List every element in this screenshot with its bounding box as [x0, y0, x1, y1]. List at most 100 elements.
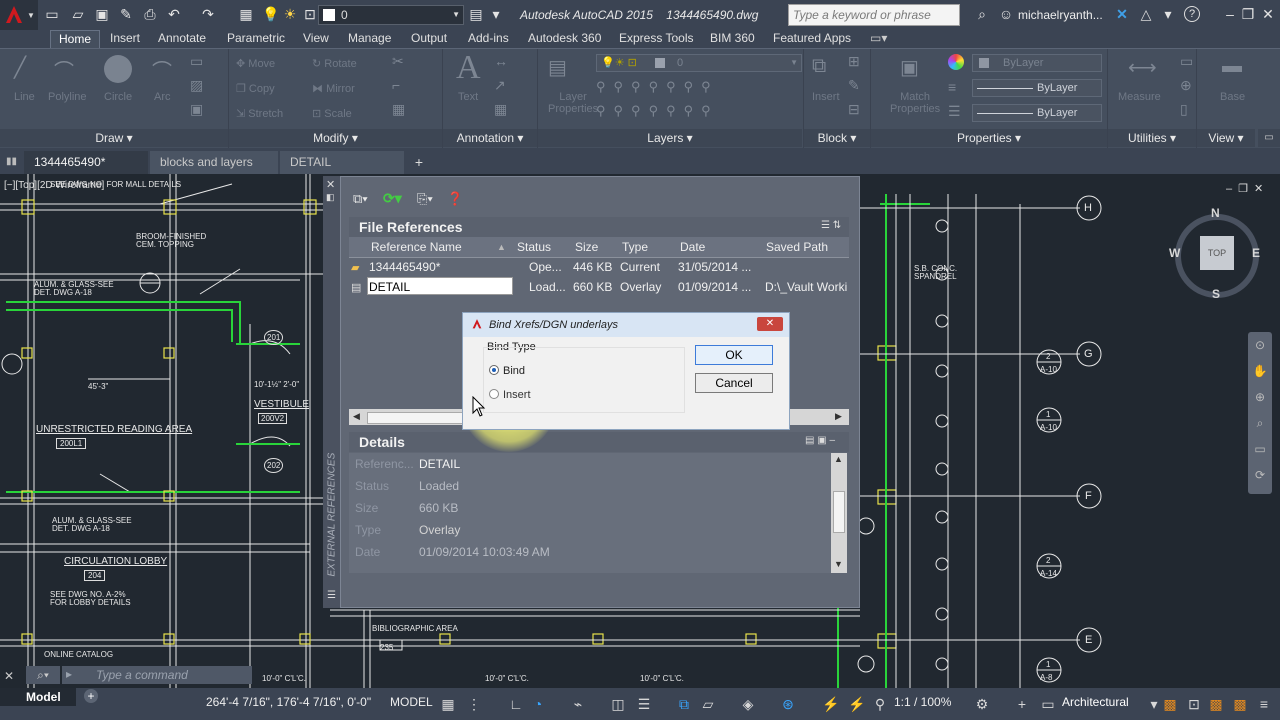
isodraft-icon[interactable]: ⌁: [570, 697, 586, 711]
table-row[interactable]: ▤ DETAIL Load... 660 KB Overlay 01/09/20…: [349, 277, 849, 297]
user-name[interactable]: michaelryanth...: [1018, 8, 1103, 22]
ribbon-minimize-icon[interactable]: ▭▾: [862, 30, 895, 48]
ortho-icon[interactable]: ∟: [508, 697, 524, 711]
circle-button[interactable]: Circle: [104, 91, 132, 103]
tab-featured-apps[interactable]: Featured Apps: [765, 30, 859, 48]
layer-lock-icon[interactable]: ⊡: [302, 6, 318, 22]
doc-tab-detail[interactable]: DETAIL: [280, 151, 404, 174]
tab-add-ins[interactable]: Add-ins: [460, 30, 517, 48]
cancel-button[interactable]: Cancel: [695, 373, 773, 393]
lineweight-icon[interactable]: ≡: [948, 79, 956, 95]
layer-on-icon[interactable]: 💡: [262, 6, 279, 22]
base-button[interactable]: Base: [1220, 91, 1245, 103]
col-size[interactable]: Size: [575, 237, 598, 257]
detail-value[interactable]: DETAIL: [419, 457, 460, 471]
tab-express-tools[interactable]: Express Tools: [611, 30, 701, 48]
tab-output[interactable]: Output: [403, 30, 455, 48]
3d-osnap-icon[interactable]: ◈: [740, 697, 756, 711]
viewport-window-controls[interactable]: –❐✕: [1226, 182, 1269, 195]
command-close-icon[interactable]: ✕: [4, 668, 24, 684]
stretch-button[interactable]: ⇲ Stretch: [236, 107, 283, 120]
col-date[interactable]: Date: [680, 237, 705, 257]
palette-properties-icon[interactable]: ☰: [327, 590, 336, 601]
view-toggle-icon[interactable]: ☰ ⇅: [821, 220, 841, 231]
qa-dropdown-icon[interactable]: ▾: [488, 6, 504, 22]
doc-tab-blocks-and-layers[interactable]: blocks and layers: [150, 151, 278, 174]
color-dropdown[interactable]: ByLayer: [972, 54, 1102, 72]
layer-thaw-icon[interactable]: ☀: [282, 6, 298, 22]
tab-autodesk-360[interactable]: Autodesk 360: [520, 30, 609, 48]
layer-properties-button[interactable]: Layer Properties: [548, 91, 598, 115]
palette-autohide-icon[interactable]: ◧: [326, 192, 335, 203]
vertical-scrollbar[interactable]: ▲ ▼: [831, 453, 847, 573]
annotation-scale[interactable]: 1:1 / 100%: [894, 695, 951, 709]
binoculars-icon[interactable]: ⌕: [974, 6, 990, 22]
properties-panel-title[interactable]: Properties ▾: [871, 129, 1107, 147]
dimension-icon[interactable]: ↔: [494, 53, 508, 69]
details-view-icons[interactable]: ▤ ▣ –: [805, 435, 835, 446]
polar-icon[interactable]: ◔: [530, 697, 546, 711]
open-icon[interactable]: ▱: [70, 6, 86, 22]
dialog-close-icon[interactable]: ✕: [757, 317, 783, 331]
col-type[interactable]: Type: [622, 237, 648, 257]
tab-insert[interactable]: Insert: [102, 30, 148, 48]
palette-close-icon[interactable]: ✕: [326, 178, 335, 191]
autoscale-icon[interactable]: ⚡: [848, 697, 865, 711]
attach-dwg-icon[interactable]: ⧉▾: [353, 191, 368, 207]
navigation-bar[interactable]: ⊙ ✋ ⊕ ⌕ ▭ ⟳: [1248, 332, 1272, 494]
edit-block-icon[interactable]: ✎: [848, 77, 860, 94]
settings-gear-icon[interactable]: ⚙: [974, 697, 990, 711]
save-as-icon[interactable]: ✎: [118, 6, 134, 22]
tab-home[interactable]: Home: [50, 30, 101, 48]
gradient-icon[interactable]: ▣: [190, 101, 203, 118]
annotation-panel-title[interactable]: Annotation ▾: [443, 129, 537, 147]
modify-panel-title[interactable]: Modify ▾: [229, 129, 442, 147]
id-point-icon[interactable]: ⊕: [1180, 77, 1192, 94]
add-layout-icon[interactable]: +: [84, 689, 98, 703]
radio-bind-label[interactable]: Bind: [503, 365, 525, 377]
new-icon[interactable]: ▭: [44, 6, 60, 22]
application-menu-button[interactable]: ▼: [0, 0, 38, 30]
arc-button[interactable]: Arc: [154, 91, 171, 103]
line-button[interactable]: Line: [14, 91, 35, 103]
table-icon[interactable]: ▦: [494, 101, 507, 118]
layer-dropdown[interactable]: 💡☀ ⊡ 0 ▼: [596, 54, 802, 72]
line-icon[interactable]: ╱: [14, 55, 26, 80]
lock-ui-icon[interactable]: ⊡: [1186, 697, 1202, 711]
xref-palette-titlebar[interactable]: ✕ ◧ EXTERNAL REFERENCES ☰: [323, 176, 341, 608]
radio-insert[interactable]: [489, 389, 499, 399]
selection-cycling-icon[interactable]: ▱: [700, 697, 716, 711]
command-search-icon[interactable]: ⌕▾: [26, 666, 60, 684]
tab-bim-360[interactable]: BIM 360: [702, 30, 763, 48]
match-properties-button[interactable]: Match Properties: [890, 91, 940, 115]
isolate-icon[interactable]: ▭: [1040, 697, 1056, 711]
view-panel-title[interactable]: View ▾: [1197, 129, 1255, 147]
scroll-thumb[interactable]: [833, 491, 845, 533]
hatch-icon[interactable]: ▨: [190, 77, 203, 94]
undo-icon[interactable]: ↶: [166, 6, 182, 22]
circle-icon[interactable]: [104, 55, 132, 83]
block-panel-title[interactable]: Block ▾: [804, 129, 870, 147]
linetype-icon[interactable]: ☰: [948, 103, 961, 120]
polyline-icon[interactable]: ⌒: [54, 55, 74, 84]
create-block-icon[interactable]: ⊞: [848, 53, 860, 70]
notification-icon[interactable]: ▩: [1208, 697, 1224, 711]
scroll-right-icon[interactable]: ▶: [835, 411, 842, 422]
col-reference-name[interactable]: Reference Name: [371, 237, 462, 257]
scroll-thumb[interactable]: [367, 412, 469, 424]
new-tab-icon[interactable]: +: [410, 154, 428, 170]
ok-button[interactable]: OK: [695, 345, 773, 365]
polyline-button[interactable]: Polyline: [48, 91, 87, 103]
scale-button[interactable]: ⊡ Scale: [312, 107, 352, 120]
refresh-icon[interactable]: ⟳▾: [383, 190, 402, 207]
transparency-icon[interactable]: ⧉: [676, 697, 692, 711]
restore-icon[interactable]: ❐: [1240, 6, 1256, 22]
measure-button[interactable]: Measure: [1118, 91, 1161, 103]
viewcube-top[interactable]: TOP: [1200, 236, 1234, 270]
insert-button[interactable]: Insert: [812, 91, 840, 103]
details-header[interactable]: Details ▤ ▣ –: [349, 432, 849, 452]
col-saved-path[interactable]: Saved Path: [766, 237, 828, 257]
trim-icon[interactable]: ✂: [392, 53, 404, 70]
workspace-dropdown-icon[interactable]: ▾: [1146, 697, 1162, 711]
help-search-input[interactable]: Type a keyword or phrase: [788, 4, 960, 26]
